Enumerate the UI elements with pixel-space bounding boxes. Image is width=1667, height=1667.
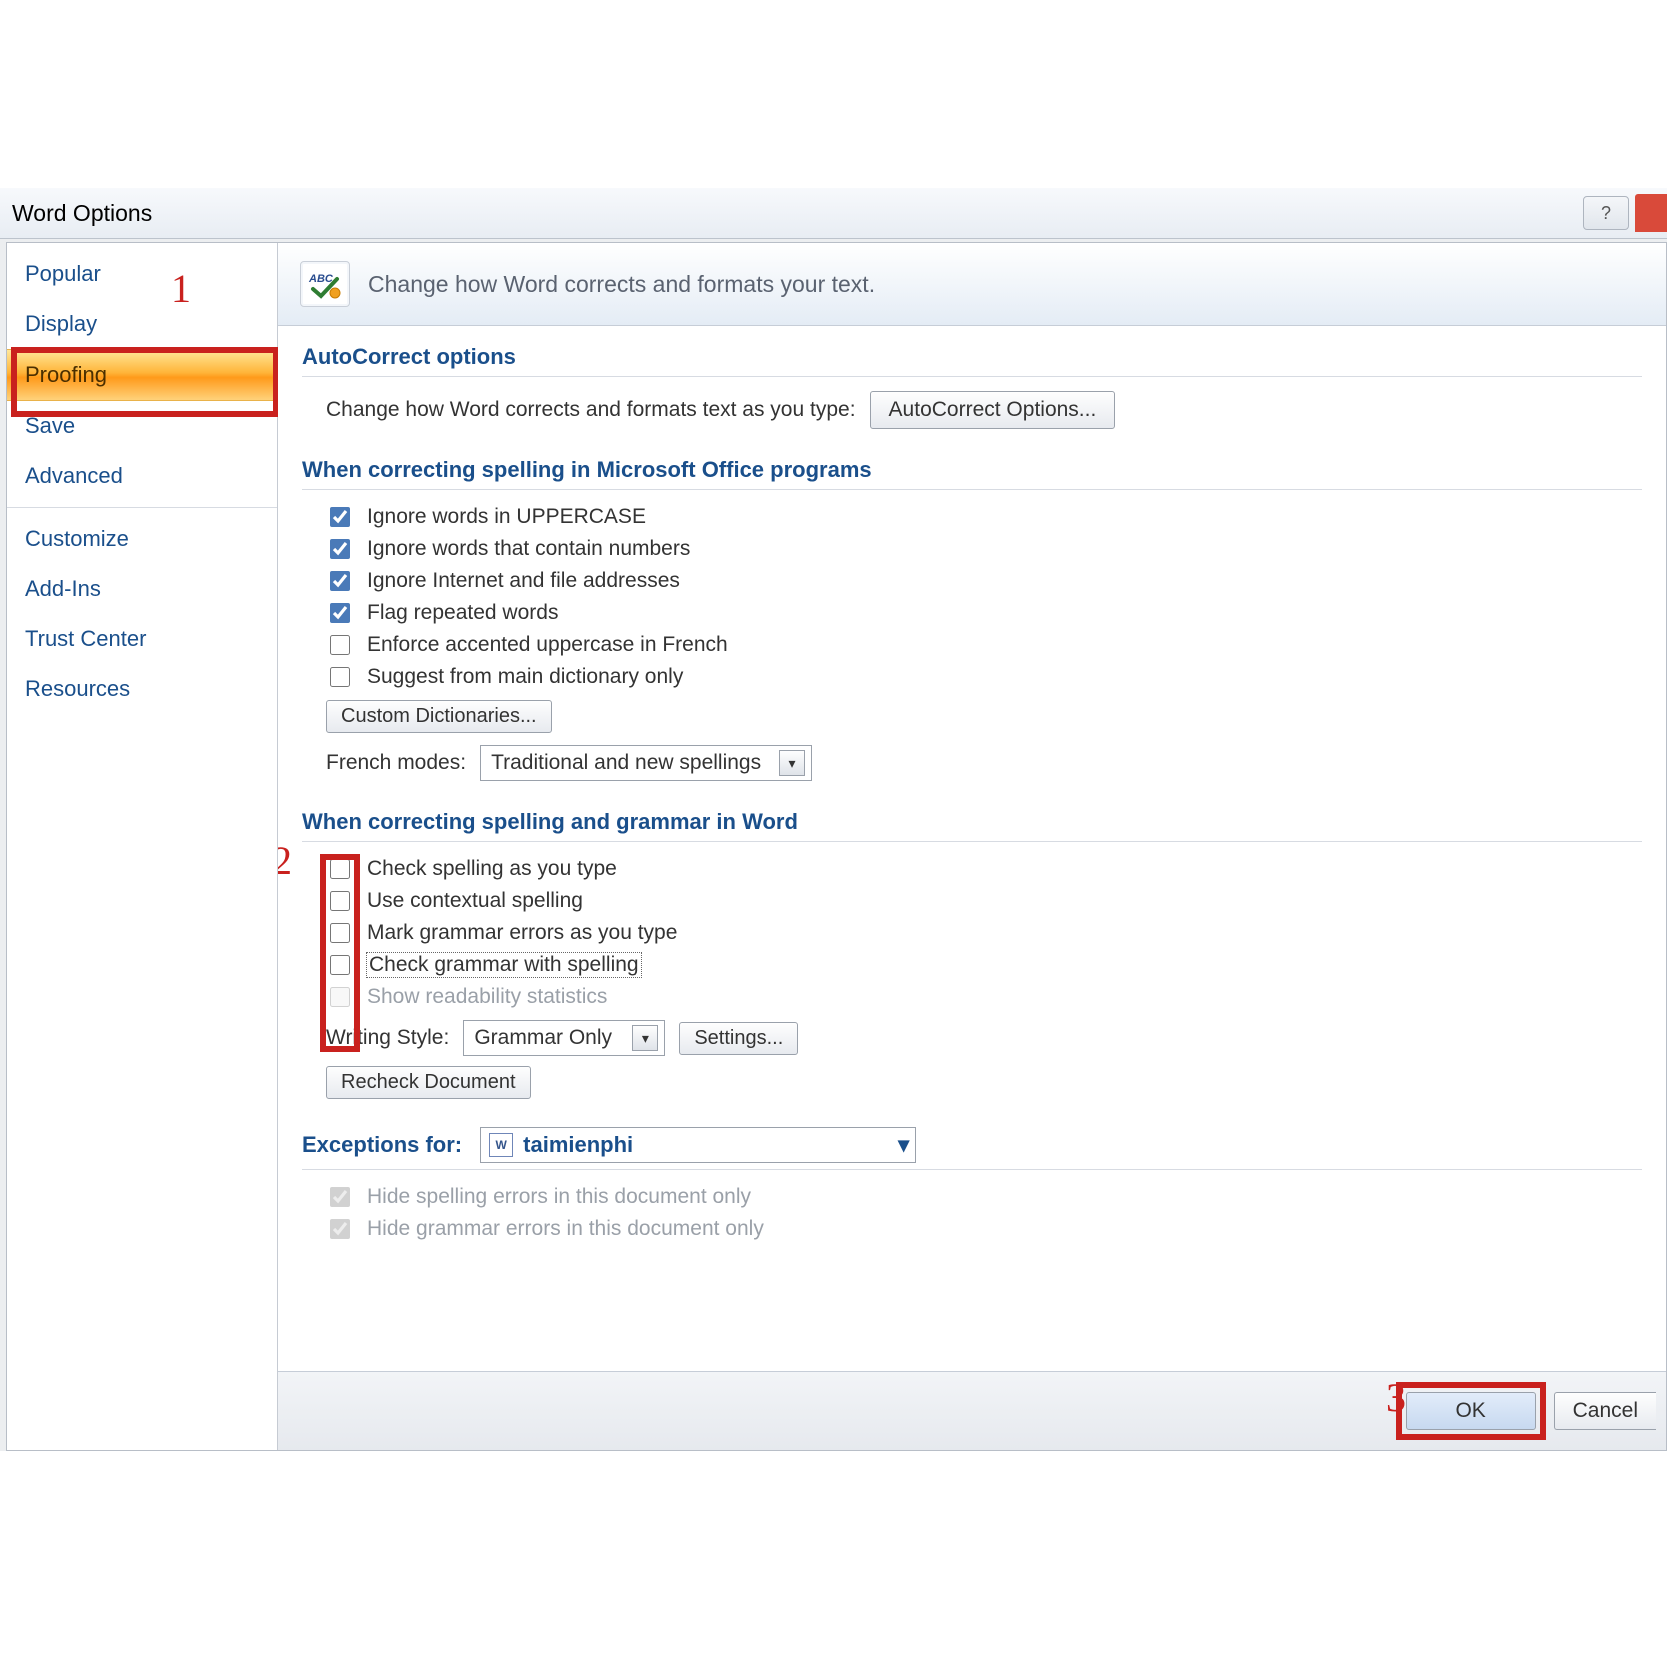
- cb-flag-repeated[interactable]: [330, 603, 350, 623]
- sidebar-item-popular[interactable]: Popular: [7, 249, 277, 299]
- sidebar-item-display[interactable]: Display: [7, 299, 277, 349]
- lbl-ignore-numbers: Ignore words that contain numbers: [367, 537, 690, 561]
- dialog-titlebar[interactable]: Word Options ?: [0, 188, 1667, 239]
- cb-readability: [330, 987, 350, 1007]
- recheck-document-button[interactable]: Recheck Document: [326, 1066, 531, 1099]
- cb-ignore-internet[interactable]: [330, 571, 350, 591]
- cb-hide-grammar-errors: [330, 1219, 350, 1239]
- cb-grammar-with-spelling[interactable]: [330, 955, 350, 975]
- panel-heading: Change how Word corrects and formats you…: [368, 271, 875, 298]
- cancel-button[interactable]: Cancel: [1554, 1392, 1656, 1430]
- autocorrect-options-label: AutoCorrect Options...: [889, 398, 1097, 422]
- settings-button[interactable]: Settings...: [679, 1022, 798, 1055]
- lbl-grammar-with-spelling: Check grammar with spelling: [367, 953, 641, 977]
- cb-enforce-accented[interactable]: [330, 635, 350, 655]
- cb-suggest-main-dict[interactable]: [330, 667, 350, 687]
- section-office-spelling-title: When correcting spelling in Microsoft Of…: [302, 447, 1642, 490]
- help-icon: ?: [1601, 203, 1611, 224]
- chevron-down-icon: ▾: [632, 1025, 658, 1051]
- sidebar-item-proofing[interactable]: Proofing: [7, 349, 277, 401]
- section-autocorrect-title: AutoCorrect options: [302, 334, 1642, 377]
- exceptions-label: Exceptions for:: [302, 1132, 462, 1158]
- french-modes-value: Traditional and new spellings: [491, 751, 771, 775]
- cb-ignore-uppercase[interactable]: [330, 507, 350, 527]
- cb-ignore-numbers[interactable]: [330, 539, 350, 559]
- lbl-enforce-accented: Enforce accented uppercase in French: [367, 633, 728, 657]
- custom-dictionaries-label: Custom Dictionaries...: [341, 705, 537, 728]
- sidebar-item-save[interactable]: Save: [7, 401, 277, 451]
- sidebar-item-trustcenter[interactable]: Trust Center: [7, 614, 277, 664]
- svg-text:ABC: ABC: [308, 273, 334, 285]
- abc-check-icon: ABC: [300, 261, 350, 307]
- sidebar: Popular Display Proofing Save Advanced C…: [7, 243, 278, 1450]
- cancel-button-label: Cancel: [1573, 1399, 1638, 1423]
- lbl-contextual-spelling: Use contextual spelling: [367, 889, 583, 913]
- cb-check-spelling-type[interactable]: [330, 859, 350, 879]
- lbl-hide-spelling-errors: Hide spelling errors in this document on…: [367, 1185, 751, 1209]
- writing-style-value: Grammar Only: [474, 1026, 624, 1050]
- chevron-down-icon: ▾: [898, 1132, 909, 1158]
- dialog-footer: 3 OK Cancel: [278, 1371, 1666, 1450]
- lbl-ignore-uppercase: Ignore words in UPPERCASE: [367, 505, 646, 529]
- word-options-dialog: Word Options ? Popular Display Proofing …: [0, 188, 1667, 1451]
- custom-dictionaries-button[interactable]: Custom Dictionaries...: [326, 700, 552, 733]
- cb-contextual-spelling[interactable]: [330, 891, 350, 911]
- sidebar-separator: [7, 507, 277, 508]
- lbl-readability: Show readability statistics: [367, 985, 607, 1009]
- document-icon: W: [489, 1133, 513, 1157]
- sidebar-item-addins[interactable]: Add-Ins: [7, 564, 277, 614]
- autocorrect-options-button[interactable]: AutoCorrect Options...: [870, 391, 1116, 429]
- autocorrect-desc: Change how Word corrects and formats tex…: [326, 398, 856, 422]
- french-modes-select[interactable]: Traditional and new spellings ▾: [480, 745, 812, 781]
- sidebar-item-customize[interactable]: Customize: [7, 514, 277, 564]
- lbl-ignore-internet: Ignore Internet and file addresses: [367, 569, 680, 593]
- ok-button[interactable]: OK: [1406, 1392, 1536, 1430]
- dialog-title: Word Options: [12, 200, 152, 227]
- lbl-check-spelling-type: Check spelling as you type: [367, 857, 617, 881]
- help-button[interactable]: ?: [1583, 196, 1629, 230]
- lbl-hide-grammar-errors: Hide grammar errors in this document onl…: [367, 1217, 764, 1241]
- cb-hide-spelling-errors: [330, 1187, 350, 1207]
- writing-style-label: Writing Style:: [326, 1026, 449, 1050]
- lbl-flag-repeated: Flag repeated words: [367, 601, 558, 625]
- exceptions-document-value: taimienphi: [523, 1132, 633, 1158]
- main-panel: ABC Change how Word corrects and formats…: [278, 243, 1666, 1450]
- french-modes-label: French modes:: [326, 751, 466, 775]
- chevron-down-icon: ▾: [779, 750, 805, 776]
- cb-mark-grammar[interactable]: [330, 923, 350, 943]
- exceptions-document-select[interactable]: W taimienphi ▾: [480, 1127, 916, 1163]
- annotation-number-2: 2: [278, 837, 292, 884]
- section-word-spelling-title: When correcting spelling and grammar in …: [302, 799, 1642, 842]
- lbl-suggest-main-dict: Suggest from main dictionary only: [367, 665, 683, 689]
- recheck-document-label: Recheck Document: [341, 1071, 516, 1094]
- sidebar-item-advanced[interactable]: Advanced: [7, 451, 277, 501]
- settings-button-label: Settings...: [694, 1027, 783, 1050]
- sidebar-item-resources[interactable]: Resources: [7, 664, 277, 714]
- annotation-number-3: 3: [1386, 1374, 1406, 1421]
- panel-header: ABC Change how Word corrects and formats…: [278, 243, 1666, 326]
- lbl-mark-grammar: Mark grammar errors as you type: [367, 921, 677, 945]
- close-button[interactable]: [1635, 194, 1667, 232]
- ok-button-label: OK: [1455, 1399, 1485, 1423]
- writing-style-select[interactable]: Grammar Only ▾: [463, 1020, 665, 1056]
